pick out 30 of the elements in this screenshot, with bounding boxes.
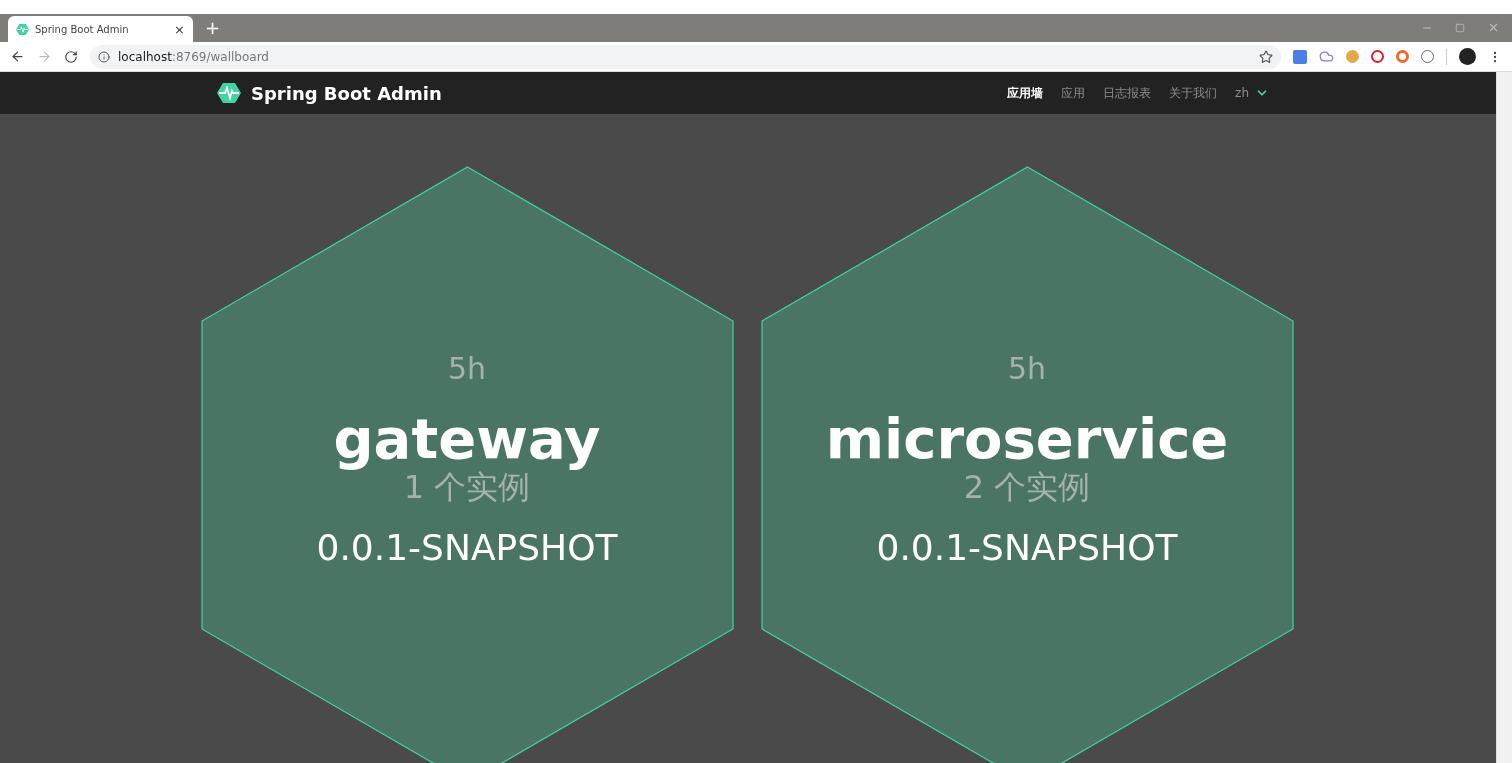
nav-link[interactable]: 关于我们 bbox=[1169, 84, 1218, 102]
url-text: localhost:8769/wallboard bbox=[118, 48, 269, 66]
address-bar[interactable]: localhost:8769/wallboard bbox=[90, 44, 1281, 69]
scrollbar[interactable] bbox=[1496, 72, 1512, 763]
back-icon[interactable] bbox=[10, 49, 25, 64]
instance-count: 1 个实例 bbox=[403, 468, 531, 507]
hexagon-tile[interactable] bbox=[760, 166, 1294, 763]
tab-favicon-icon bbox=[16, 22, 29, 36]
tab-close-button[interactable]: × bbox=[174, 22, 185, 36]
bookmark-star-icon[interactable] bbox=[1259, 49, 1273, 64]
version-text: 0.0.1-SNAPSHOT bbox=[316, 526, 618, 570]
brand-title[interactable]: Spring Boot Admin bbox=[251, 79, 442, 107]
uptime-text: 5h bbox=[1007, 350, 1047, 388]
language-dropdown[interactable]: zh bbox=[1235, 84, 1269, 102]
application-name: gateway bbox=[333, 405, 601, 471]
ring-extension-icon[interactable] bbox=[1396, 50, 1409, 63]
info-icon bbox=[98, 50, 110, 63]
tab-title: Spring Boot Admin bbox=[35, 22, 130, 37]
uptime-text: 5h bbox=[447, 350, 487, 388]
new-tab-button[interactable]: + bbox=[205, 19, 221, 37]
nav-link[interactable]: 日志报表 bbox=[1103, 84, 1152, 102]
reload-icon[interactable] bbox=[64, 49, 78, 64]
nav-link[interactable]: 应用 bbox=[1061, 84, 1086, 102]
hexagon-tile[interactable] bbox=[200, 166, 734, 763]
profile-avatar[interactable] bbox=[1459, 48, 1476, 65]
brand-logo-icon bbox=[217, 81, 241, 105]
browser-tab[interactable]: Spring Boot Admin × bbox=[8, 16, 193, 42]
nav-link[interactable]: 应用墙 bbox=[1007, 84, 1044, 102]
version-text: 0.0.1-SNAPSHOT bbox=[876, 526, 1178, 570]
cloud-extension-icon[interactable] bbox=[1319, 49, 1334, 64]
